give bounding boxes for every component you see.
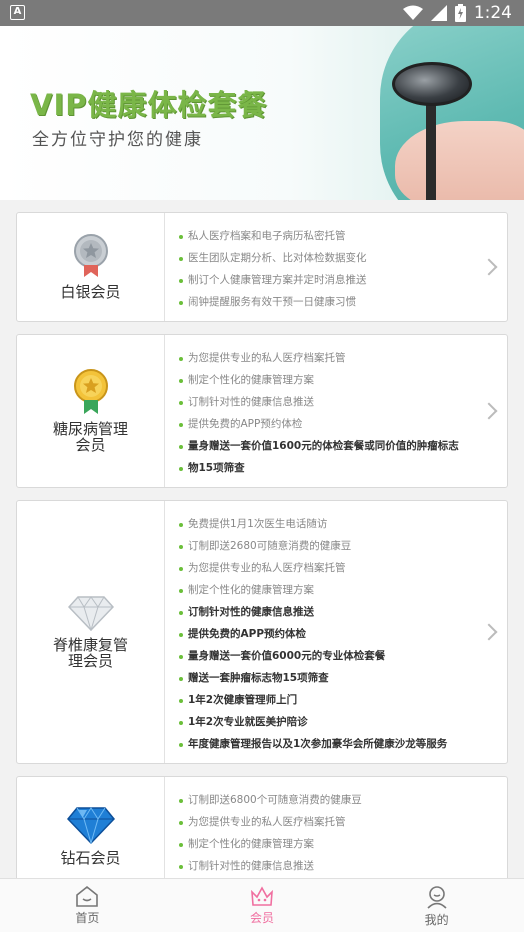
- feature-item: 1年2次专业就医美护陪诊: [179, 711, 467, 733]
- feature-item: 制订个人健康管理方案并定时消息推送: [179, 269, 467, 291]
- stethoscope-icon: [392, 62, 472, 106]
- vip-banner[interactable]: VIP健康体检套餐 全方位守护您的健康: [0, 26, 524, 200]
- membership-name: 脊椎康复管理会员: [52, 636, 128, 670]
- app-notification-icon: A: [10, 5, 25, 20]
- clock-time: 1:24: [473, 3, 512, 23]
- bottom-tab-bar: 首页 会员 我的: [0, 878, 524, 932]
- feature-item: 制定个性化的健康管理方案: [179, 369, 467, 391]
- chevron-right-icon[interactable]: [480, 402, 498, 420]
- feature-item: 订制即送2680可随意消费的健康豆: [179, 535, 467, 557]
- card-badge-area: 白银会员: [17, 213, 165, 321]
- membership-name: 糖尿病管理会员: [52, 420, 128, 454]
- tab-home[interactable]: 首页: [0, 879, 175, 932]
- feature-list: 为您提供专业的私人医疗档案托管 制定个性化的健康管理方案 订制针对性的健康信息推…: [179, 347, 467, 479]
- home-icon: [76, 885, 99, 907]
- feature-item: 为您提供专业的私人医疗档案托管: [179, 347, 467, 369]
- banner-subtitle: 全方位守护您的健康: [32, 130, 203, 150]
- gold-medal-icon: [73, 369, 108, 414]
- feature-item: 订制针对性的健康信息推送: [179, 855, 467, 877]
- tab-label: 我的: [424, 913, 449, 927]
- tab-membership[interactable]: 会员: [175, 879, 350, 932]
- membership-name: 白银会员: [60, 283, 121, 301]
- chevron-right-icon[interactable]: [480, 623, 498, 641]
- banner-title: VIP健康体检套餐: [30, 88, 268, 122]
- feature-item: 1年2次健康管理师上门: [179, 689, 467, 711]
- feature-item: 订制即送6800个可随意消费的健康豆: [179, 789, 467, 811]
- user-icon: [427, 886, 447, 909]
- wifi-icon: [402, 5, 423, 20]
- diamond-icon: [67, 596, 114, 631]
- card-badge-area: 脊椎康复管理会员: [17, 501, 165, 763]
- tab-label: 首页: [75, 911, 100, 925]
- tab-label: 会员: [250, 911, 275, 925]
- feature-item: 订制针对性的健康信息推送: [179, 601, 467, 623]
- membership-card-spine[interactable]: 脊椎康复管理会员 免费提供1月1次医生电话随访 订制即送2680可随意消费的健康…: [16, 500, 508, 764]
- feature-item: 年度健康管理报告以及1次参加豪华会所健康沙龙等服务: [179, 733, 467, 755]
- battery-icon: [454, 4, 466, 22]
- feature-list: 免费提供1月1次医生电话随访 订制即送2680可随意消费的健康豆 为您提供专业的…: [179, 513, 467, 755]
- feature-item: 免费提供1月1次医生电话随访: [179, 513, 467, 535]
- feature-item: 提供免费的APP预约体检: [179, 413, 467, 435]
- card-badge-area: 糖尿病管理会员: [17, 335, 165, 487]
- status-bar: A 1:24: [0, 0, 524, 26]
- feature-item: 为您提供专业的私人医疗档案托管: [179, 811, 467, 833]
- membership-card-diabetes[interactable]: 糖尿病管理会员 为您提供专业的私人医疗档案托管 制定个性化的健康管理方案 订制针…: [16, 334, 508, 488]
- feature-item: 制定个性化的健康管理方案: [179, 579, 467, 601]
- feature-item: 物15项筛查: [179, 457, 467, 479]
- feature-item: 量身赠送一套价值1600元的体检套餐或同价值的肿瘤标志: [179, 435, 467, 457]
- membership-name: 钻石会员: [60, 849, 121, 867]
- feature-item: 为您提供专业的私人医疗档案托管: [179, 557, 467, 579]
- feature-item: 私人医疗档案和电子病历私密托管: [179, 225, 467, 247]
- blue-gem-icon: [66, 807, 115, 844]
- signal-icon: [430, 5, 447, 21]
- chevron-right-icon[interactable]: [480, 258, 498, 276]
- feature-item: 制定个性化的健康管理方案: [179, 833, 467, 855]
- feature-list: 订制即送6800个可随意消费的健康豆 为您提供专业的私人医疗档案托管 制定个性化…: [179, 789, 467, 877]
- tab-profile[interactable]: 我的: [349, 879, 524, 932]
- silver-medal-icon: [73, 234, 108, 277]
- feature-item: 赠送一套肿瘤标志物15项筛查: [179, 667, 467, 689]
- feature-list: 私人医疗档案和电子病历私密托管 医生团队定期分析、比对体检数据变化 制订个人健康…: [179, 225, 467, 313]
- feature-item: 闹钟提醒服务有效干预一日健康习惯: [179, 291, 467, 313]
- crown-icon: [251, 886, 273, 906]
- feature-item: 医生团队定期分析、比对体检数据变化: [179, 247, 467, 269]
- feature-item: 订制针对性的健康信息推送: [179, 391, 467, 413]
- feature-item: 提供免费的APP预约体检: [179, 623, 467, 645]
- feature-item: 量身赠送一套价值6000元的专业体检套餐: [179, 645, 467, 667]
- membership-card-silver[interactable]: 白银会员 私人医疗档案和电子病历私密托管 医生团队定期分析、比对体检数据变化 制…: [16, 212, 508, 322]
